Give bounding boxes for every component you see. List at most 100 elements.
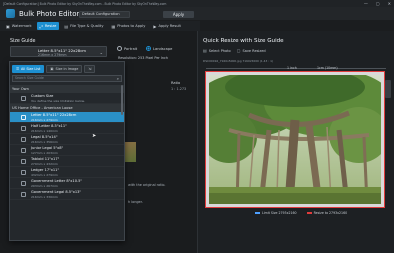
- app-header: Bulk Photo Editor: [0, 7, 394, 20]
- portrait-radio[interactable]: Portrait: [117, 46, 137, 51]
- pin-icon: ⇲: [88, 67, 92, 71]
- toolbar-file-type-quality-button[interactable]: ▤ File Type & Quality: [61, 22, 106, 30]
- apply-result-icon: ▶: [153, 23, 157, 29]
- size-list: Your Own Custom Size You define the size l…: [10, 85, 124, 240]
- size-item-name: Letter 8.5"x11" 22x28cm: [31, 113, 77, 117]
- apply-label: Apply: [172, 12, 185, 17]
- landscape-radio[interactable]: Landscape: [146, 46, 172, 51]
- mouse-cursor-icon: ➤: [92, 133, 97, 139]
- page-size-icon: [21, 148, 26, 153]
- file-info: DSC00016_7160x5000.jpg 7160x5000 (1.43 :…: [203, 59, 274, 63]
- app-title: Bulk Photo Editor: [19, 9, 80, 18]
- side-panel-handle[interactable]: [385, 80, 391, 98]
- close-icon[interactable]: ✕: [388, 1, 391, 6]
- size-item-dims: 216mm x 279mm: [31, 118, 58, 122]
- size-item-dims: 127mm x 203mm: [31, 151, 58, 155]
- size-list-item[interactable]: Government Legal 8.5"x13" 216mm x 330mm: [10, 189, 124, 200]
- image-icon: ▣: [50, 67, 54, 71]
- size-item-name: Legal 8.5"x14": [31, 135, 58, 139]
- size-list-item[interactable]: Legal 8.5"x14" 216mm x 356mm: [10, 134, 124, 145]
- ratio-value: 1 : 1.273: [171, 87, 187, 91]
- page-size-icon: [21, 159, 26, 164]
- preview-title: Quick Resize with Size Guide: [203, 38, 284, 44]
- page-size-icon: [21, 181, 26, 186]
- size-item-name: Half Letter 8.5"x11": [31, 124, 67, 128]
- landscape-radio-icon: [146, 46, 151, 51]
- toolbar-watermark-button[interactable]: ▣ Watermark: [3, 22, 35, 30]
- page-size-icon: [21, 96, 26, 101]
- toolbar-photos-to-apply-button[interactable]: ▦ Photos to Apply: [108, 22, 148, 30]
- size-search-input[interactable]: Search Size Guide ⌕: [12, 75, 122, 82]
- size-group-header: Your Own: [10, 85, 124, 93]
- size-item-dims: 216mm x 356mm: [31, 140, 58, 144]
- size-group-header: US Home Office - American Loose: [10, 104, 124, 112]
- toolbar-resize-button[interactable]: ⤢ Resize: [36, 22, 60, 30]
- legend-resize-label: Resize to 2793x2160: [313, 211, 348, 215]
- page-size-icon: [21, 115, 26, 120]
- save-resized-label: Save Resized: [242, 48, 266, 53]
- pin-button[interactable]: ⇲: [84, 65, 96, 73]
- apply-button[interactable]: Apply: [163, 11, 194, 18]
- size-item-dims: 216mm x 330mm: [31, 195, 58, 199]
- chevron-down-icon: ⌄: [99, 50, 103, 55]
- save-resized-button[interactable]: ▢ Save Resized: [237, 48, 266, 53]
- preview-legend: Limit Size 2793x2160 Resize to 2793x2160: [255, 211, 347, 215]
- resize-icon: ⤢: [39, 23, 43, 29]
- file-type-icon: ▤: [64, 23, 69, 29]
- portrait-radio-icon: [117, 46, 122, 51]
- ruler-cm-label: 1cm (10mm): [317, 66, 338, 70]
- minimize-icon[interactable]: —: [364, 1, 368, 6]
- size-guide-popup: ☰ All Size List ▣ Size in Image ⇲ Search…: [9, 61, 125, 241]
- tab-all-size-list[interactable]: ☰ All Size List: [12, 65, 45, 73]
- photo-icon: ▤: [203, 48, 207, 53]
- size-list-scrollbar[interactable]: [121, 85, 123, 115]
- page-size-icon: [21, 126, 26, 131]
- list-icon: ☰: [16, 67, 20, 71]
- size-item-name: Tabloid 11"x17": [31, 157, 60, 161]
- resolution-text: Resolution: 253 Pixel Per Inch: [118, 56, 169, 60]
- maximize-icon[interactable]: ▢: [376, 1, 380, 6]
- tab-size-in-image[interactable]: ▣ Size in Image: [46, 65, 83, 73]
- ratio-option-text: with the original ratio.: [128, 183, 166, 187]
- preview-photo: [209, 75, 381, 204]
- legend-limit-label: Limit Size 2793x2160: [262, 211, 297, 215]
- tab-size-in-image-label: Size in Image: [55, 67, 79, 71]
- size-item-name: Junior Legal 5"x8": [31, 146, 64, 150]
- size-item-name: Ledger 17"x11": [31, 168, 60, 172]
- toolbar-apply-result-button[interactable]: ▶ Apply Result: [150, 22, 183, 30]
- configuration-select[interactable]: Default Configuration: [79, 11, 130, 18]
- size-item-name: Custom Size: [31, 94, 54, 98]
- size-list-item[interactable]: Junior Legal 5"x8" 127mm x 203mm: [10, 145, 124, 156]
- toolbar-label: Resize: [44, 24, 57, 28]
- size-list-item[interactable]: Half Letter 8.5"x11" 216mm x 140mm: [10, 123, 124, 134]
- size-list-item[interactable]: Ledger 17"x11" 432mm x 279mm: [10, 167, 124, 178]
- photos-icon: ▦: [111, 23, 116, 29]
- banyan-tree-image: [209, 75, 381, 204]
- window-title: [Default Configuration] Bulk Photo Edito…: [3, 1, 167, 6]
- save-icon: ▢: [236, 48, 241, 53]
- size-item-dims: 216mm x 140mm: [31, 129, 58, 133]
- size-item-dims: 432mm x 279mm: [31, 173, 58, 177]
- page-size-icon: [21, 170, 26, 175]
- toolbar-label: Watermark: [11, 24, 32, 28]
- size-list-item[interactable]: Custom Size You define the size limitatio…: [10, 93, 124, 104]
- page-size-icon: [21, 137, 26, 142]
- ruler-inch-label: 1 inch: [287, 66, 297, 70]
- size-list-item[interactable]: Government Letter 8"x10.5" 203mm x 267mm: [10, 178, 124, 189]
- toolbar-label: Apply Result: [158, 24, 181, 28]
- size-item-dims: You define the size limitation below.: [31, 99, 85, 103]
- size-list-item[interactable]: Tabloid 11"x17" 279mm x 432mm: [10, 156, 124, 167]
- size-guide-dropdown[interactable]: Letter 8.5"x11" 22x28cm 216mm x 279mm ⌄: [10, 46, 107, 57]
- ratio-option-text-2: h longer.: [128, 200, 143, 204]
- legend-limit: Limit Size 2793x2160: [255, 211, 297, 215]
- size-item-dims: 203mm x 267mm: [31, 184, 58, 188]
- size-guide-title: Size Guide: [10, 39, 36, 44]
- select-photo-button[interactable]: ▤ Select Photo: [203, 48, 231, 53]
- page-size-icon: [21, 192, 26, 197]
- size-item-name: Government Letter 8"x10.5": [31, 179, 83, 183]
- thumbnail-image: [125, 142, 136, 162]
- app-logo-icon: [6, 9, 15, 18]
- toolbar-label: Photos to Apply: [117, 24, 146, 28]
- toolbar-label: File Type & Quality: [70, 24, 104, 28]
- size-list-item[interactable]: Letter 8.5"x11" 22x28cm 216mm x 279mm: [10, 112, 124, 123]
